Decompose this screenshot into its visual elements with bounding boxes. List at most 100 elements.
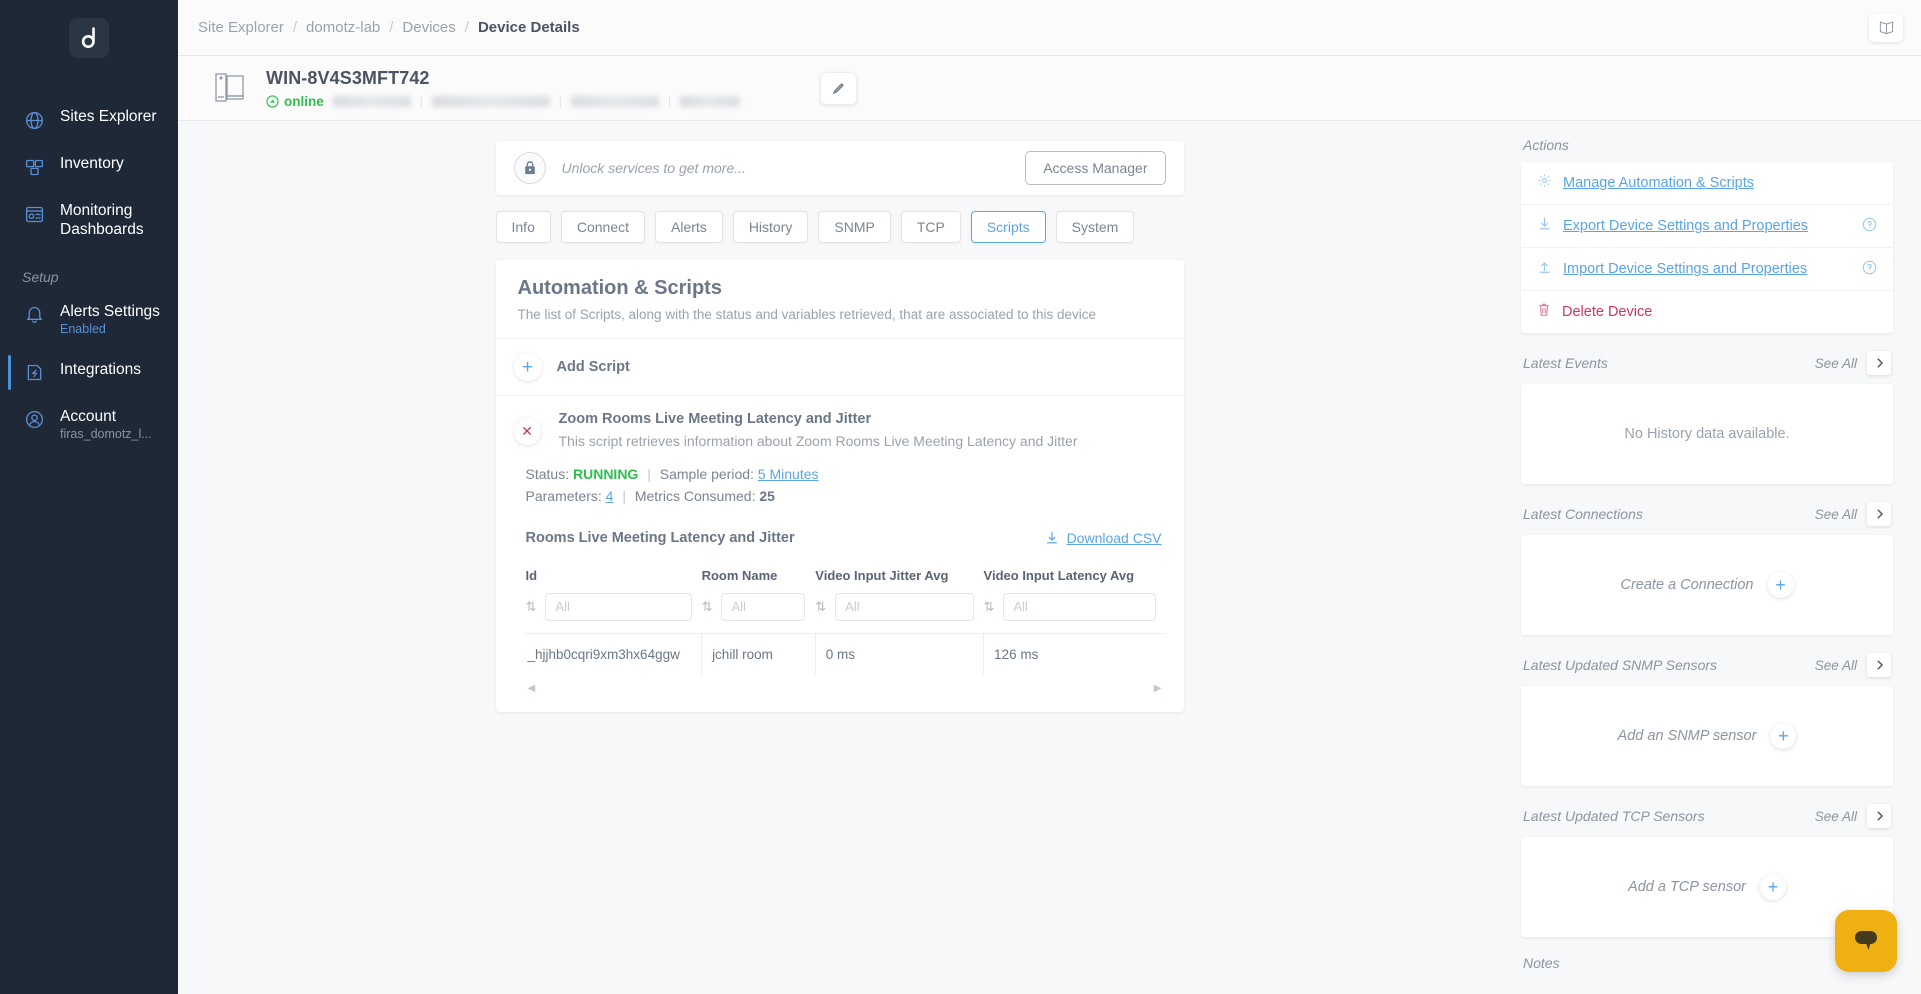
table-row[interactable]: _hjjhb0cqri9xm3hx64ggw jchill room 0 ms … — [525, 633, 1166, 675]
actions-card: Manage Automation & Scripts Export Devic… — [1521, 162, 1893, 333]
latest-snmp-sensors-header: Latest Updated SNMP Sensors See All — [1521, 653, 1893, 686]
panel-wrap: Unlock services to get more... Access Ma… — [495, 141, 1184, 712]
chevron-right-icon[interactable] — [1867, 502, 1891, 526]
question-circle-icon[interactable] — [1862, 217, 1877, 236]
sort-updown-icon[interactable]: ⇅ — [702, 599, 713, 615]
meta-separator: | — [419, 94, 423, 108]
table-header-row: Rooms Live Meeting Latency and Jitter Do… — [526, 530, 1184, 546]
see-all-events[interactable]: See All — [1815, 356, 1857, 371]
parameters-value[interactable]: 4 — [606, 488, 614, 504]
metrics-value: 25 — [759, 488, 775, 505]
metrics-table-section: Rooms Live Meeting Latency and Jitter Do… — [496, 508, 1184, 706]
column-header-room-name: Room Name — [701, 567, 778, 583]
manage-automation-scripts-action[interactable]: Manage Automation & Scripts — [1521, 162, 1893, 205]
device-status-text: online — [284, 93, 324, 109]
chevron-right-icon[interactable] — [1867, 351, 1891, 375]
create-connection-button[interactable]: Create a Connection + — [1521, 535, 1893, 635]
open-book-icon[interactable] — [1869, 13, 1903, 42]
create-connection-label: Create a Connection — [1620, 577, 1754, 593]
table-horizontal-scrollbar[interactable]: ◀ ▶ — [526, 675, 1184, 706]
status-label: Status: — [525, 466, 570, 482]
plus-icon: + — [1770, 723, 1797, 749]
tab-tcp[interactable]: TCP — [900, 211, 961, 243]
close-x-icon[interactable]: ✕ — [513, 418, 541, 445]
plus-icon: + — [513, 353, 542, 381]
sort-updown-icon[interactable]: ⇅ — [984, 599, 995, 615]
sidebar-item-account[interactable]: Account firas_domotz_l... — [0, 396, 178, 454]
plug-icon — [22, 361, 46, 385]
column-header-video-input-jitter-avg: Video Input Jitter Avg — [815, 567, 949, 583]
sort-updown-icon[interactable]: ⇅ — [526, 599, 537, 615]
tab-system[interactable]: System — [1055, 211, 1135, 243]
import-device-settings-action[interactable]: Import Device Settings and Properties — [1521, 248, 1893, 291]
download-arrow-icon — [1537, 216, 1552, 236]
add-snmp-sensor-button[interactable]: Add an SNMP sensor + — [1521, 686, 1893, 786]
pencil-icon[interactable] — [820, 71, 858, 105]
center-column: Unlock services to get more... Access Ma… — [178, 121, 1501, 994]
chevron-right-icon[interactable] — [1867, 804, 1891, 828]
cell-video-input-latency-avg: 126 ms — [994, 646, 1039, 662]
chevron-left-icon[interactable]: ◀ — [528, 683, 536, 694]
sample-period-value[interactable]: 5 Minutes — [758, 466, 819, 482]
domotz-logo-icon[interactable] — [69, 18, 109, 58]
tab-alerts[interactable]: Alerts — [655, 211, 723, 243]
see-all-tcp[interactable]: See All — [1815, 809, 1857, 824]
download-csv-button[interactable]: Download CSV — [1045, 530, 1162, 546]
sidebar-item-sublabel: Enabled — [60, 322, 106, 337]
chat-bubble-icon[interactable] — [1835, 910, 1897, 972]
redacted-ip — [332, 95, 411, 107]
breadcrumb-item-devices[interactable]: Devices — [402, 19, 455, 36]
access-manager-button[interactable]: Access Manager — [1025, 151, 1166, 185]
breadcrumb-item-site-explorer[interactable]: Site Explorer — [198, 19, 284, 36]
sidebar-item-label: Account — [60, 407, 117, 425]
add-script-button[interactable]: + Add Script — [495, 339, 1184, 396]
tab-info[interactable]: Info — [495, 211, 551, 243]
sidebar-item-monitoring-dashboards[interactable]: Monitoring Dashboards — [0, 190, 178, 251]
export-device-settings-action[interactable]: Export Device Settings and Properties — [1521, 205, 1893, 248]
see-all-connections[interactable]: See All — [1815, 507, 1857, 522]
divider: | — [622, 488, 626, 505]
automation-scripts-card: Automation & Scripts The list of Scripts… — [495, 260, 1184, 712]
delete-device-action[interactable]: Delete Device — [1521, 291, 1893, 333]
question-circle-icon[interactable] — [1862, 260, 1877, 279]
latest-connections-card: Create a Connection + — [1521, 535, 1893, 635]
sidebar-account-username: firas_domotz_l... — [60, 427, 152, 442]
sidebar-item-sites-explorer[interactable]: Sites Explorer — [0, 96, 178, 143]
sidebar-item-label: Sites Explorer — [60, 108, 157, 125]
filter-input-id[interactable] — [545, 592, 692, 621]
sidebar-item-alerts-settings[interactable]: Alerts Settings Enabled — [0, 291, 178, 349]
see-all-snmp[interactable]: See All — [1815, 658, 1857, 673]
divider: | — [647, 466, 651, 482]
breadcrumb-item-domotz-lab[interactable]: domotz-lab — [306, 19, 380, 36]
device-header: WIN-8V4S3MFT742 online | | | — [178, 56, 1921, 121]
manage-automation-scripts-label: Manage Automation & Scripts — [1563, 175, 1755, 191]
bell-icon — [22, 303, 46, 327]
unlock-message: Unlock services to get more... — [561, 160, 746, 176]
tab-scripts[interactable]: Scripts — [970, 211, 1046, 243]
sidebar-item-label: Inventory — [60, 155, 124, 172]
sort-updown-icon[interactable]: ⇅ — [815, 599, 826, 615]
script-stats: Status: RUNNING | Sample period: 5 Minut… — [496, 449, 1184, 508]
add-script-label: Add Script — [556, 359, 630, 375]
device-tabs: Info Connect Alerts History SNMP TCP Scr… — [495, 211, 1184, 243]
gear-icon — [1537, 173, 1552, 193]
tab-snmp[interactable]: SNMP — [818, 211, 891, 243]
export-device-settings-label: Export Device Settings and Properties — [1563, 218, 1809, 234]
filter-input-room-name[interactable] — [721, 592, 806, 621]
sidebar-item-integrations[interactable]: Integrations — [0, 349, 178, 396]
tab-connect[interactable]: Connect — [560, 211, 646, 243]
filter-input-video-input-jitter-avg[interactable] — [835, 592, 974, 621]
script-description: This script retrieves information about … — [558, 433, 1078, 449]
tab-history[interactable]: History — [732, 211, 809, 243]
meta-separator: | — [668, 94, 672, 108]
filter-input-video-input-latency-avg[interactable] — [1003, 592, 1156, 621]
scrollbar-track[interactable] — [541, 685, 1148, 692]
breadcrumb-separator: / — [464, 19, 469, 36]
table-column-header-row: Id Room Name Video Input Jitter Avg Vide… — [526, 562, 1166, 593]
chevron-right-icon[interactable]: ▶ — [1154, 683, 1162, 694]
sample-period-label: Sample period: — [659, 466, 754, 482]
filter-cell-jitter: ⇅ — [815, 592, 983, 634]
chevron-right-icon[interactable] — [1867, 653, 1891, 677]
sidebar-item-inventory[interactable]: Inventory — [0, 143, 178, 190]
script-entry: ✕ Zoom Rooms Live Meeting Latency and Ji… — [496, 396, 1184, 712]
